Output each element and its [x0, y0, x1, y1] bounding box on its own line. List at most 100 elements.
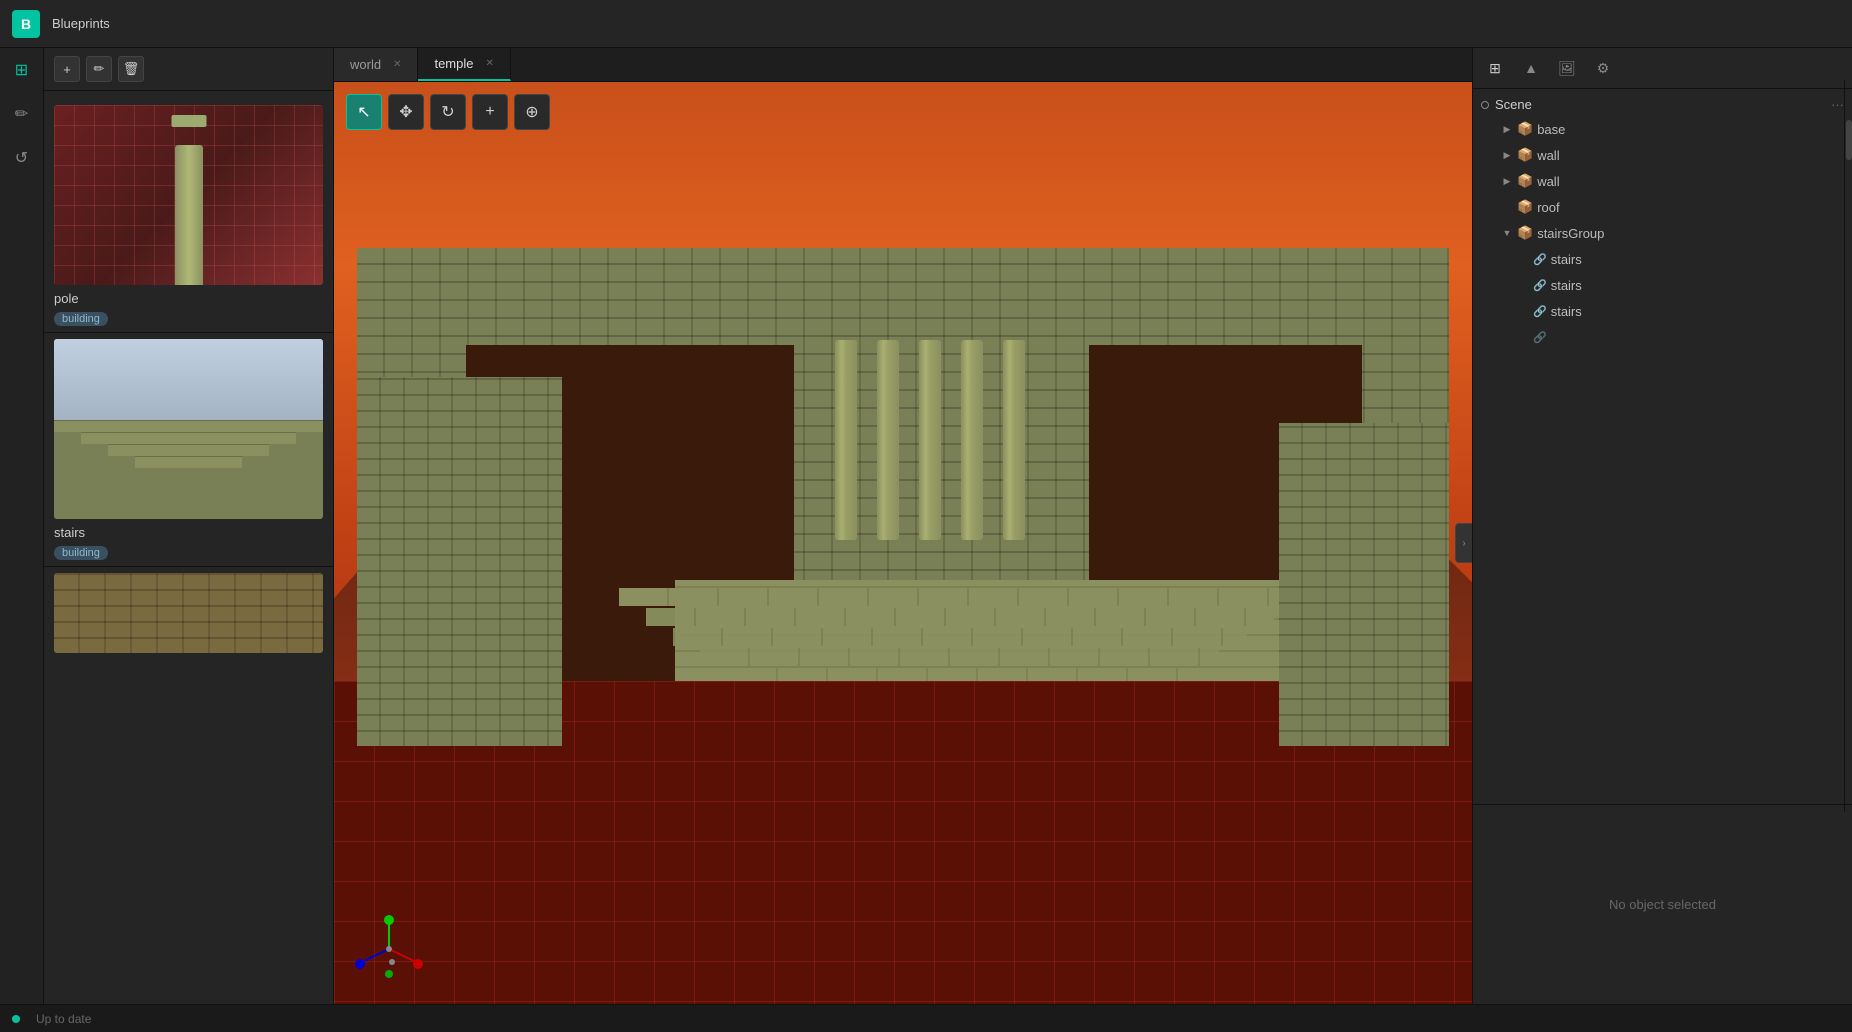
no-selection-text: No object selected: [1609, 897, 1716, 912]
sidebar-item-blueprints[interactable]: ⊞: [8, 56, 36, 84]
app-logo: B: [12, 10, 40, 38]
scene-side-wall-left: [357, 377, 562, 746]
visibility-stairs2[interactable]: 👁: [1815, 279, 1829, 292]
step-1: [619, 588, 1302, 606]
icon-roof: 📦: [1517, 199, 1533, 215]
arrow-stairsgroup[interactable]: ▼: [1501, 227, 1513, 239]
select-tool-button[interactable]: ↖: [346, 94, 382, 130]
tree-item-base[interactable]: ▶ 📦 base 👁 ···: [1473, 116, 1852, 142]
sidebar-item-paint[interactable]: ✏: [8, 100, 36, 128]
more-wall1[interactable]: ···: [1833, 149, 1844, 161]
icon-stairsgroup: 📦: [1517, 225, 1533, 241]
step-3: [673, 628, 1247, 646]
blueprint-thumbnail-stairs: [54, 339, 323, 519]
arrow-wall2[interactable]: ▶: [1501, 175, 1513, 187]
tree-item-partial[interactable]: ▶ 🔗: [1473, 324, 1852, 350]
scene-side-wall-right: [1279, 423, 1450, 746]
settings-tab-button[interactable]: ⚙: [1589, 54, 1617, 82]
label-stairs3: stairs: [1551, 304, 1811, 319]
blueprint-item-stairs[interactable]: stairs building: [44, 333, 333, 566]
main-layout: ⊞ ✏ ↺ + ✏ 🗑 pole building: [0, 48, 1852, 1004]
more-stairsgroup[interactable]: ···: [1833, 227, 1844, 239]
more-base[interactable]: ···: [1833, 123, 1844, 135]
tab-temple-label: temple: [434, 56, 473, 71]
visibility-roof[interactable]: 👁: [1815, 201, 1829, 214]
tab-temple[interactable]: temple ✕: [418, 48, 510, 81]
scrollbar-track[interactable]: [1844, 80, 1852, 812]
viewport-toolbar: ↖ ✥ ↻ + ⊕: [346, 94, 550, 130]
scene-column-3: [919, 340, 941, 540]
label-base: base: [1537, 122, 1811, 137]
scene-status-dot: [1481, 101, 1489, 109]
blueprint-panel: + ✏ 🗑 pole building: [44, 48, 334, 1004]
tab-bar: world ✕ temple ✕: [334, 48, 1472, 82]
move-tool-button[interactable]: ✥: [388, 94, 424, 130]
blueprint-tag-pole[interactable]: building: [54, 312, 108, 326]
tree-item-stairs3[interactable]: ▶ 🔗 stairs 👁 ···: [1473, 298, 1852, 324]
blueprint-toolbar: + ✏ 🗑: [44, 48, 333, 91]
scene-column-5: [1003, 340, 1025, 540]
viewport-area: world ✕ temple ✕: [334, 48, 1472, 1004]
more-wall2[interactable]: ···: [1833, 175, 1844, 187]
scrollbar-thumb[interactable]: [1846, 120, 1852, 160]
label-wall2: wall: [1537, 174, 1811, 189]
topbar: B Blueprints: [0, 0, 1852, 48]
scene-column-2: [877, 340, 899, 540]
image-tab-button[interactable]: 🖼: [1553, 54, 1581, 82]
rotate-tool-button[interactable]: ↻: [430, 94, 466, 130]
scene-root-header: Scene ···: [1473, 93, 1852, 116]
hierarchy-tab-button[interactable]: ⊞: [1481, 54, 1509, 82]
visibility-wall1[interactable]: 👁: [1815, 149, 1829, 162]
scene-title: Scene: [1495, 97, 1825, 112]
arrow-base[interactable]: ▶: [1501, 123, 1513, 135]
visibility-stairs1[interactable]: 👁: [1815, 253, 1829, 266]
blueprint-label-stairs: stairs: [54, 525, 323, 540]
add-tool-button[interactable]: +: [472, 94, 508, 130]
tree-item-wall1[interactable]: ▶ 📦 wall 👁 ···: [1473, 142, 1852, 168]
edit-blueprint-button[interactable]: ✏: [86, 56, 112, 82]
scene-column-4: [961, 340, 983, 540]
blueprint-item-wall[interactable]: [44, 567, 333, 665]
tree-item-stairs1[interactable]: ▶ 🔗 stairs 👁 ···: [1473, 246, 1852, 272]
blueprint-thumbnail-wall: [54, 573, 323, 653]
more-stairs3[interactable]: ···: [1833, 305, 1844, 317]
terrain-tab-button[interactable]: ▲: [1517, 54, 1545, 82]
viewport-container[interactable]: ↖ ✥ ↻ + ⊕: [334, 82, 1472, 1004]
app-title: Blueprints: [52, 16, 110, 31]
status-bar: Up to date: [0, 1004, 1852, 1032]
visibility-base[interactable]: 👁: [1815, 123, 1829, 136]
tree-item-roof[interactable]: ▶ 📦 roof 👁 ···: [1473, 194, 1852, 220]
icon-stairs3: 🔗: [1533, 305, 1547, 318]
status-indicator: [12, 1015, 20, 1023]
snap-tool-button[interactable]: ⊕: [514, 94, 550, 130]
add-blueprint-button[interactable]: +: [54, 56, 80, 82]
sidebar-item-history[interactable]: ↺: [8, 144, 36, 172]
scene-menu-button[interactable]: ···: [1831, 97, 1844, 112]
right-panel: ⊞ ▲ 🖼 ⚙ Scene ··· ▶ 📦 base 👁 ···: [1472, 48, 1852, 1004]
left-sidebar-icons: ⊞ ✏ ↺: [0, 48, 44, 1004]
tab-temple-close[interactable]: ✕: [486, 58, 494, 69]
tree-item-stairs2[interactable]: ▶ 🔗 stairs 👁 ···: [1473, 272, 1852, 298]
label-stairs1: stairs: [1551, 252, 1811, 267]
blueprint-item-pole[interactable]: pole building: [44, 99, 333, 332]
tree-item-wall2[interactable]: ▶ 📦 wall 👁 ···: [1473, 168, 1852, 194]
visibility-stairs3[interactable]: 👁: [1815, 305, 1829, 318]
tab-world[interactable]: world ✕: [334, 48, 418, 81]
tab-world-close[interactable]: ✕: [393, 59, 401, 70]
properties-panel: No object selected: [1473, 804, 1852, 1004]
collapse-panel-button[interactable]: ›: [1455, 523, 1472, 563]
blueprint-tag-stairs[interactable]: building: [54, 546, 108, 560]
step-2: [646, 608, 1274, 626]
blueprint-label-pole: pole: [54, 291, 323, 306]
tree-item-stairsgroup[interactable]: ▼ 📦 stairsGroup ···: [1473, 220, 1852, 246]
icon-stairs2: 🔗: [1533, 279, 1547, 292]
right-panel-tabs: ⊞ ▲ 🖼 ⚙: [1473, 48, 1852, 89]
step-4: [700, 648, 1219, 666]
more-roof[interactable]: ···: [1833, 201, 1844, 213]
icon-partial: 🔗: [1533, 331, 1547, 344]
more-stairs1[interactable]: ···: [1833, 253, 1844, 265]
arrow-wall1[interactable]: ▶: [1501, 149, 1513, 161]
more-stairs2[interactable]: ···: [1833, 279, 1844, 291]
delete-blueprint-button[interactable]: 🗑: [118, 56, 144, 82]
visibility-wall2[interactable]: 👁: [1815, 175, 1829, 188]
